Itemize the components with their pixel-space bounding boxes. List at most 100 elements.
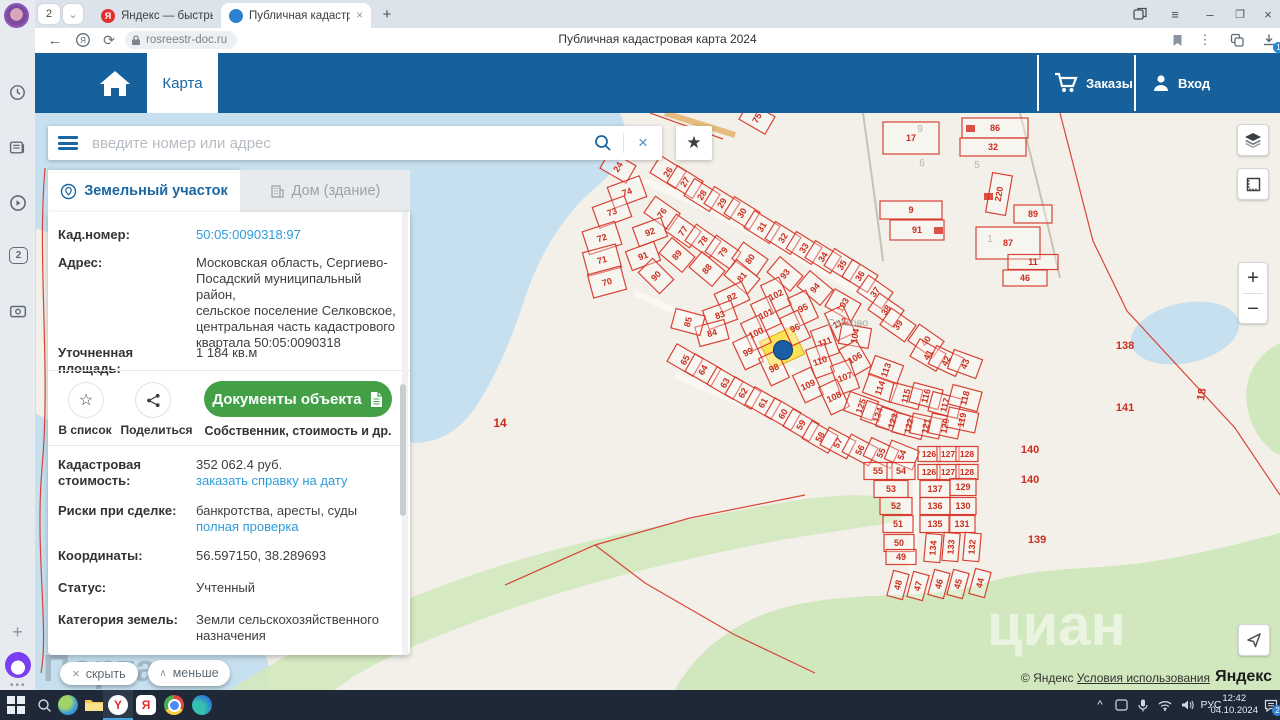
- new-tab-button[interactable]: +: [375, 0, 399, 28]
- tab-karta[interactable]: Карта: [147, 53, 218, 113]
- tab-counter[interactable]: 2: [38, 4, 60, 24]
- svg-text:86: 86: [990, 123, 1000, 133]
- bookmark-icon[interactable]: [1165, 28, 1189, 52]
- cad-number-link[interactable]: 50:05:0090318:97: [196, 227, 401, 243]
- parcel-129: 129: [950, 479, 976, 496]
- cost-certificate-link[interactable]: заказать справку на дату: [196, 473, 401, 489]
- notifications-icon[interactable]: 2: [1260, 693, 1280, 717]
- cad-number-label: Кад.номер:: [58, 227, 188, 243]
- volume-icon[interactable]: [1178, 693, 1196, 717]
- globe-app-icon[interactable]: [56, 693, 80, 717]
- screenshot-icon[interactable]: [7, 300, 28, 321]
- yandex-logo[interactable]: Яндекс: [1215, 668, 1272, 686]
- edge-icon[interactable]: [190, 693, 214, 717]
- parcel-130: 130: [950, 498, 976, 515]
- restore-icon[interactable]: ❐: [1225, 0, 1255, 28]
- parcel-17: 17: [883, 122, 939, 154]
- profile-avatar[interactable]: [4, 3, 29, 28]
- svg-text:14: 14: [493, 416, 507, 430]
- tab-house[interactable]: Дом (здание): [240, 170, 410, 212]
- side-panel-icon[interactable]: [1125, 0, 1155, 28]
- parcel-132: 132: [963, 532, 981, 561]
- tabs-counter-icon[interactable]: 2: [9, 247, 28, 264]
- parcel-46: 46: [1003, 270, 1047, 286]
- add-panel-icon[interactable]: +: [7, 622, 28, 643]
- tab-title: Яндекс — быстрый поиск: [121, 10, 213, 22]
- area-label: Уточненная площадь:: [58, 345, 198, 377]
- parcel-54: 54: [887, 463, 915, 480]
- wifi-icon[interactable]: [1156, 693, 1174, 717]
- menu-burger-icon[interactable]: [58, 136, 78, 150]
- terms-link[interactable]: Условия использования: [1077, 671, 1210, 685]
- svg-text:133: 133: [945, 539, 956, 555]
- panel-scrollbar[interactable]: [402, 212, 408, 655]
- extensions-icon[interactable]: [1225, 28, 1249, 52]
- taskbar-search-icon[interactable]: [32, 693, 56, 717]
- svg-text:1: 1: [987, 234, 993, 245]
- parcel-11: 11: [1008, 255, 1058, 270]
- browser-tab-yandex[interactable]: Я Яндекс — быстрый поиск: [93, 3, 221, 28]
- microphone-icon[interactable]: [1134, 693, 1152, 717]
- svg-text:18: 18: [1195, 387, 1209, 401]
- browser-tabbar: 2 ⌄ Я Яндекс — быстрый поиск Публичная к…: [35, 0, 1280, 28]
- share-button[interactable]: [135, 382, 171, 418]
- svg-text:89: 89: [1028, 209, 1038, 219]
- home-button[interactable]: [75, 53, 155, 113]
- svg-text:131: 131: [954, 519, 969, 529]
- downloads-icon[interactable]: 1: [1257, 28, 1280, 52]
- close-tab-icon[interactable]: ×: [356, 10, 363, 22]
- site-header: Карта Заказы Вход: [35, 53, 1280, 113]
- start-button[interactable]: [4, 693, 28, 717]
- svg-text:54: 54: [896, 466, 906, 476]
- chrome-icon[interactable]: [162, 693, 186, 717]
- favorites-button[interactable]: ★: [676, 126, 712, 160]
- history-icon[interactable]: [7, 82, 28, 103]
- tray-expand-icon[interactable]: ^: [1092, 693, 1108, 717]
- yandex-app-icon[interactable]: Я: [134, 693, 158, 717]
- tab-list-chevron[interactable]: ⌄: [63, 4, 83, 24]
- measure-button[interactable]: [1237, 168, 1269, 200]
- add-to-list-button[interactable]: ☆: [68, 382, 104, 418]
- svg-text:127: 127: [941, 467, 955, 477]
- feed-icon[interactable]: [7, 137, 28, 158]
- parcel-49: 49: [886, 550, 916, 565]
- parcel-51: 51: [883, 516, 913, 533]
- risk-check-link[interactable]: полная проверка: [196, 519, 401, 535]
- parcel-135: 135: [920, 516, 950, 533]
- share-icon: [146, 393, 161, 408]
- video-icon[interactable]: [7, 192, 28, 213]
- tab-land-parcel[interactable]: Земельный участок: [48, 170, 240, 212]
- search-input[interactable]: [90, 134, 593, 153]
- scrollbar-thumb[interactable]: [400, 384, 406, 516]
- tablet-icon[interactable]: [1112, 693, 1130, 717]
- login-button[interactable]: Вход: [1151, 53, 1231, 113]
- browser-tab-active[interactable]: Публичная кадастров... ×: [221, 3, 371, 28]
- parcel-137: 137: [920, 481, 950, 498]
- svg-text:128: 128: [960, 449, 974, 459]
- zoom-in-button[interactable]: +: [1239, 263, 1267, 293]
- object-documents-button[interactable]: Документы объекта: [204, 381, 392, 417]
- menu-icon[interactable]: ≡: [1160, 0, 1190, 28]
- taskbar: Y Я ^ РУС: [0, 690, 1280, 720]
- svg-text:9: 9: [908, 205, 913, 215]
- minimize-icon[interactable]: –: [1195, 0, 1225, 28]
- svg-text:9: 9: [917, 124, 923, 135]
- share-label: Поделиться: [114, 423, 199, 437]
- download-count-badge: 1: [1273, 42, 1280, 53]
- svg-text:137: 137: [927, 484, 942, 494]
- locate-button[interactable]: [1238, 624, 1270, 656]
- clear-search-icon[interactable]: ×: [624, 133, 662, 153]
- clock[interactable]: 12:42 04.10.2024: [1210, 693, 1258, 717]
- yandex-browser-taskbar-icon[interactable]: Y: [103, 690, 133, 720]
- svg-text:130: 130: [955, 501, 970, 511]
- svg-text:126: 126: [922, 467, 936, 477]
- layers-button[interactable]: [1237, 124, 1269, 156]
- search-icon[interactable]: [593, 133, 613, 153]
- kebab-menu-icon[interactable]: ⋮: [1195, 28, 1215, 52]
- svg-text:циан: циан: [987, 593, 1126, 658]
- close-window-icon[interactable]: ×: [1253, 0, 1280, 28]
- zoom-out-button[interactable]: −: [1239, 294, 1267, 324]
- status-value: Учтенный: [196, 580, 401, 596]
- svg-text:55: 55: [873, 466, 883, 476]
- header-divider: [1037, 55, 1039, 111]
